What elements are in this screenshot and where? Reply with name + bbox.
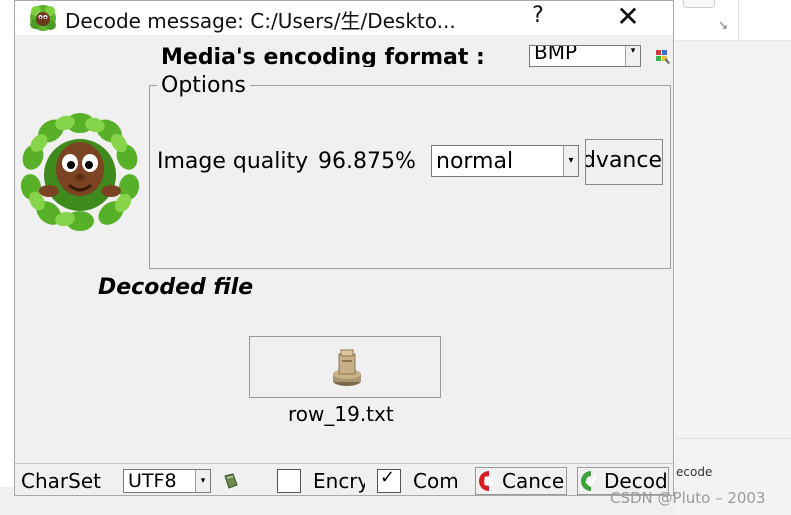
check-mark-icon: ✓ <box>380 467 396 488</box>
encoding-format-label: Media's encoding format : <box>161 45 485 67</box>
compress-checkbox[interactable]: ✓ <box>377 467 401 493</box>
decode-icon <box>581 471 598 491</box>
window-title: Decode message: C:/Users/生/Deskto... <box>65 9 456 33</box>
background-button[interactable] <box>683 0 715 8</box>
charset-select[interactable]: UTF8 ▾ <box>123 469 211 493</box>
app-icon <box>30 5 56 31</box>
encrypt-label: Encry <box>313 469 365 493</box>
book-icon[interactable] <box>223 473 239 489</box>
image-quality-label: Image quality <box>157 149 309 174</box>
quality-mode-value: normal <box>436 149 514 174</box>
file-archive-icon <box>333 349 361 386</box>
background-divider-2 <box>675 438 791 439</box>
help-button[interactable]: ? <box>523 3 553 28</box>
cancel-button[interactable]: Cance <box>475 467 567 495</box>
footer-separator <box>15 463 673 464</box>
chevron-down-icon: ▾ <box>563 146 578 176</box>
quality-mode-select[interactable]: normal ▾ <box>431 145 579 177</box>
encoding-format-select[interactable]: BMP ▾ <box>529 45 641 67</box>
chevron-down-icon: ▾ <box>625 46 640 66</box>
close-button[interactable]: ✕ <box>611 0 645 33</box>
decoded-file-name: row_19.txt <box>288 402 394 426</box>
charset-value: UTF8 <box>128 470 177 492</box>
advance-button[interactable]: dvance <box>585 139 663 185</box>
decode-message-dialog: Decode message: C:/Users/生/Deskto... ? ✕… <box>14 0 674 496</box>
encoding-format-value: BMP <box>534 45 578 64</box>
decoded-file-label: Decoded file <box>98 275 254 300</box>
encrypt-checkbox[interactable] <box>277 469 301 493</box>
watermark-text: CSDN @Pluto – 2003 <box>610 489 766 507</box>
title-bar[interactable]: Decode message: C:/Users/生/Deskto... ? ✕ <box>15 0 673 35</box>
decoded-file-button[interactable] <box>249 336 441 398</box>
palette-icon[interactable] <box>655 49 671 65</box>
mascot-logo <box>20 113 140 231</box>
cancel-button-label: Cance <box>502 469 565 493</box>
background-decode-text: ecode <box>676 465 713 479</box>
cancel-icon <box>479 471 494 491</box>
resize-grip-icon: ↘ <box>718 18 729 32</box>
options-legend: Options <box>157 73 250 98</box>
image-quality-value: 96.875% <box>318 149 416 174</box>
advance-button-label: dvance <box>585 148 662 173</box>
chevron-down-icon: ▾ <box>195 470 210 492</box>
charset-label: CharSet <box>21 469 101 493</box>
compress-label: Com <box>413 469 459 493</box>
background-divider <box>738 0 739 40</box>
